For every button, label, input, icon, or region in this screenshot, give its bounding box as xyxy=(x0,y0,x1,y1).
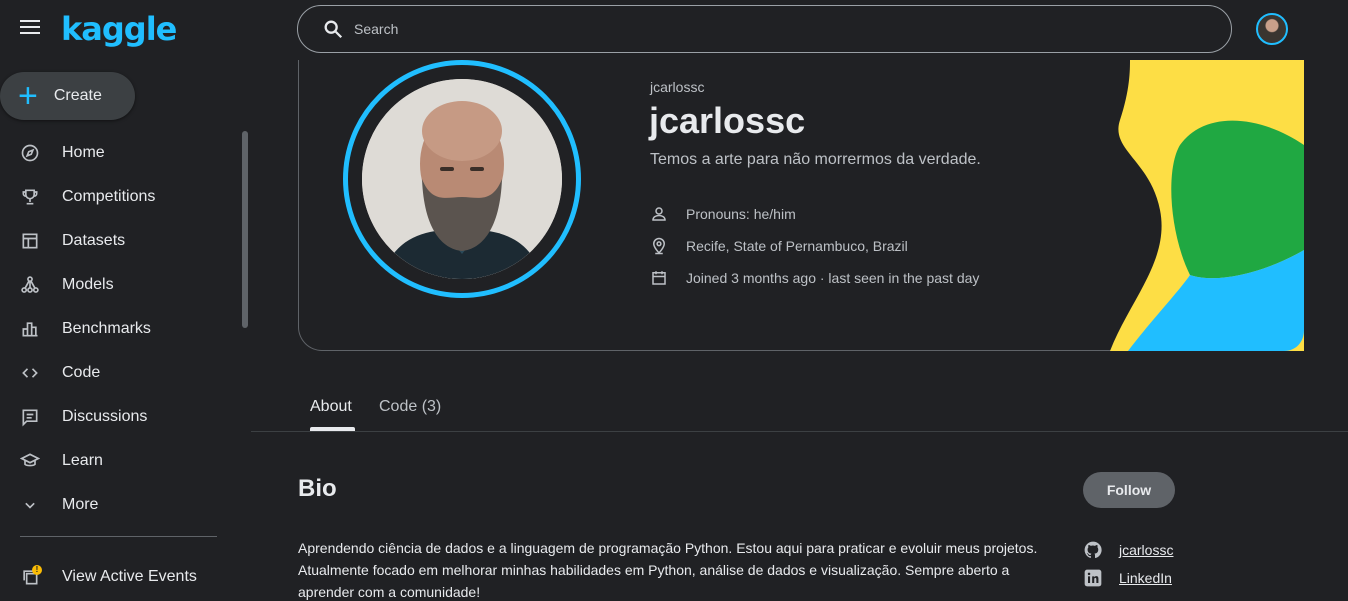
sidebar-item-label: Models xyxy=(62,276,114,293)
sidebar-item-home[interactable]: Home xyxy=(0,131,250,175)
active-tab-indicator xyxy=(310,427,355,431)
sidebar-divider xyxy=(20,536,217,537)
location-text: Recife, State of Pernambuco, Brazil xyxy=(686,238,908,254)
discussion-icon xyxy=(20,407,40,427)
sidebar-item-label: Benchmarks xyxy=(62,320,151,337)
joined-text: Joined 3 months ago · last seen in the p… xyxy=(686,270,980,286)
events-label: View Active Events xyxy=(62,568,197,585)
sidebar-item-discussions[interactable]: Discussions xyxy=(0,395,250,439)
follow-button[interactable]: Follow xyxy=(1083,472,1175,508)
profile-joined: Joined 3 months ago · last seen in the p… xyxy=(650,269,979,287)
sidebar-item-label: Datasets xyxy=(62,232,126,249)
models-icon xyxy=(20,275,40,295)
pronouns-text: Pronouns: he/him xyxy=(686,206,796,222)
tab-about[interactable]: About xyxy=(310,398,352,416)
sidebar-item-label: Learn xyxy=(62,452,103,469)
kaggle-logo[interactable]: kaggle xyxy=(61,10,177,48)
sidebar: kaggle + Create Home Competitions Datase… xyxy=(0,0,250,601)
github-link[interactable]: jcarlossc xyxy=(1119,542,1173,558)
profile-username: jcarlossc xyxy=(649,100,806,141)
graduation-cap-icon xyxy=(20,451,40,471)
linkedin-link[interactable]: LinkedIn xyxy=(1119,570,1172,586)
sidebar-scrollbar[interactable] xyxy=(242,131,248,328)
sidebar-nav: Home Competitions Datasets Models Benchm… xyxy=(0,131,250,527)
profile-avatar xyxy=(343,60,581,298)
bio-title: Bio xyxy=(298,475,337,502)
events-icon: ! xyxy=(20,565,42,587)
social-link-linkedin: LinkedIn xyxy=(1083,568,1172,588)
sidebar-item-label: Code xyxy=(62,364,101,381)
trophy-icon xyxy=(20,187,40,207)
plus-icon: + xyxy=(18,77,38,115)
profile-photo xyxy=(362,79,562,279)
create-label: Create xyxy=(53,87,102,104)
profile-decoration xyxy=(1110,60,1304,351)
create-button[interactable]: + Create xyxy=(0,72,135,120)
github-icon xyxy=(1083,540,1103,560)
sidebar-item-models[interactable]: Models xyxy=(0,263,250,307)
sidebar-item-more[interactable]: More xyxy=(0,483,250,527)
sidebar-item-benchmarks[interactable]: Benchmarks xyxy=(0,307,250,351)
profile-location: Recife, State of Pernambuco, Brazil xyxy=(650,237,908,255)
compass-icon xyxy=(20,143,40,163)
sidebar-item-code[interactable]: Code xyxy=(0,351,250,395)
search-bar[interactable] xyxy=(297,5,1232,53)
sidebar-item-label: Home xyxy=(62,144,105,161)
social-link-github: jcarlossc xyxy=(1083,540,1173,560)
bar-chart-icon xyxy=(20,319,40,339)
table-icon xyxy=(20,231,40,251)
profile-username-small: jcarlossc xyxy=(650,79,705,95)
bio-text: Aprendendo ciência de dados e a linguage… xyxy=(298,540,1038,600)
view-active-events-link[interactable]: ! View Active Events xyxy=(0,555,250,599)
chevron-down-icon xyxy=(20,495,40,515)
calendar-icon xyxy=(650,269,668,287)
search-icon xyxy=(322,18,344,40)
events-badge: ! xyxy=(32,565,42,575)
user-avatar[interactable] xyxy=(1256,13,1288,45)
sidebar-item-label: Discussions xyxy=(62,408,148,425)
sidebar-item-datasets[interactable]: Datasets xyxy=(0,219,250,263)
sidebar-header: kaggle xyxy=(0,0,250,60)
sidebar-item-competitions[interactable]: Competitions xyxy=(0,175,250,219)
tab-code[interactable]: Code (3) xyxy=(379,398,441,416)
profile-pronouns: Pronouns: he/him xyxy=(650,205,796,223)
sidebar-item-label: More xyxy=(62,496,99,513)
search-input[interactable] xyxy=(354,21,1154,37)
menu-icon[interactable] xyxy=(20,20,40,36)
location-pin-icon xyxy=(650,237,668,255)
code-icon xyxy=(20,363,40,383)
sidebar-item-label: Competitions xyxy=(62,188,156,205)
profile-tagline: Temos a arte para não morrermos da verda… xyxy=(650,151,981,168)
sidebar-item-learn[interactable]: Learn xyxy=(0,439,250,483)
profile-tabs: About Code (3) xyxy=(251,380,1348,432)
linkedin-icon xyxy=(1083,568,1103,588)
person-icon xyxy=(650,205,668,223)
